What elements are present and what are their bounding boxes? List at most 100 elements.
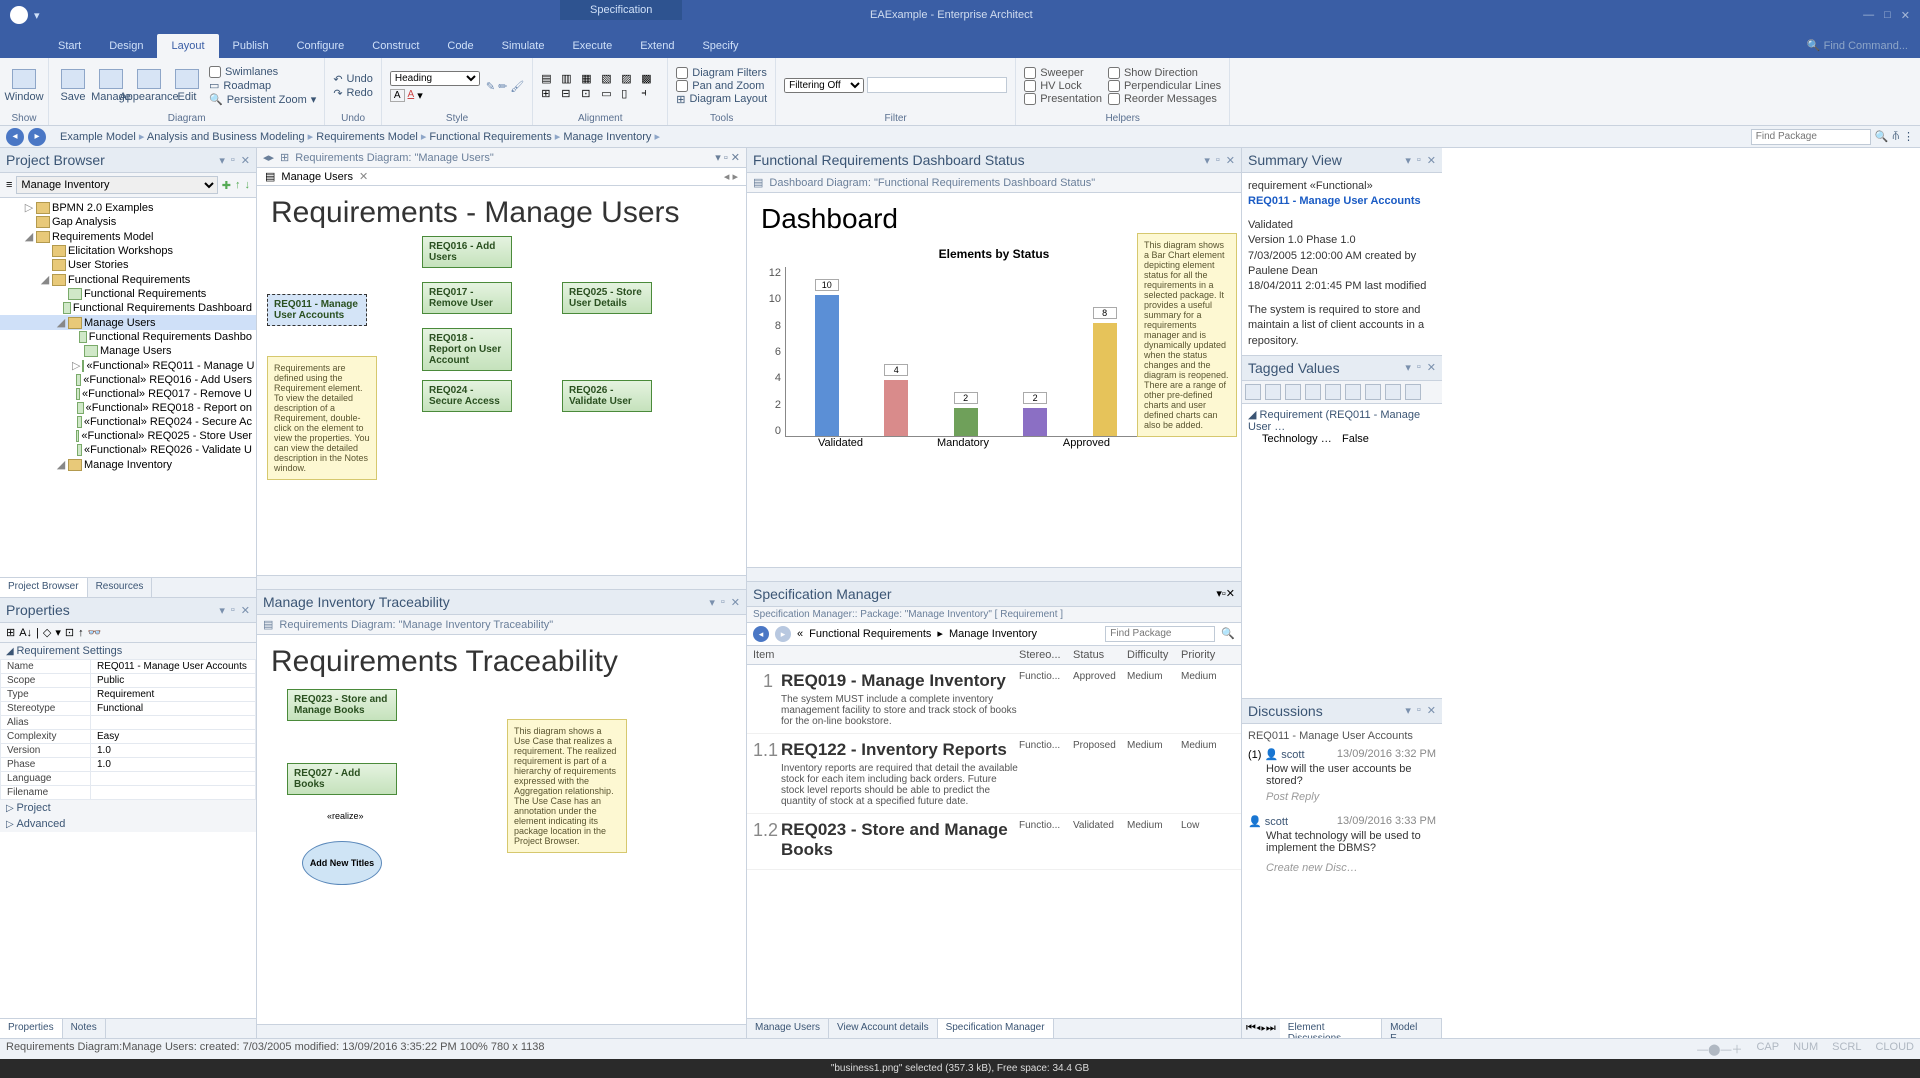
tree-node[interactable]: ◢Manage Inventory — [0, 457, 256, 472]
req016-element[interactable]: REQ016 - Add Users — [422, 236, 512, 268]
project-tree[interactable]: ▷BPMN 2.0 ExamplesGap Analysis◢Requireme… — [0, 198, 256, 577]
diagram-layout-button[interactable]: ⊞ Diagram Layout — [676, 93, 767, 106]
req018-element[interactable]: REQ018 - Report on User Account — [422, 328, 512, 371]
usecase-element[interactable]: Add New Titles — [302, 841, 382, 885]
close-icon[interactable]: ✕ — [241, 154, 250, 167]
appearance-button[interactable]: Appearance — [133, 65, 165, 107]
zoom-button[interactable]: 🔍 Persistent Zoom ▾ — [209, 93, 316, 106]
reorder-check[interactable]: Reorder Messages — [1108, 93, 1221, 105]
tree-node[interactable]: User Stories — [0, 258, 256, 272]
menu-tab-specify[interactable]: Specify — [688, 34, 752, 58]
req027-element[interactable]: REQ027 - Add Books — [287, 763, 397, 795]
spec-row[interactable]: 1.1REQ122 - Inventory ReportsInventory r… — [747, 734, 1241, 814]
req025-element[interactable]: REQ025 - Store User Details — [562, 282, 652, 314]
tree-node[interactable]: «Functional» REQ018 - Report on — [0, 401, 256, 415]
window-button[interactable]: Window — [8, 65, 40, 107]
tab[interactable]: Notes — [63, 1019, 106, 1038]
nav-back-icon[interactable]: ◂ — [6, 128, 24, 146]
find-command[interactable]: 🔍 Find Command... — [1795, 33, 1920, 58]
tree-node[interactable]: ◢Manage Users — [0, 315, 256, 330]
props-project[interactable]: ▷ Project — [0, 800, 256, 816]
edit-button[interactable]: Edit — [171, 65, 203, 107]
menu-tab-construct[interactable]: Construct — [358, 34, 433, 58]
undo-button[interactable]: ↶ Undo — [333, 73, 373, 86]
req011-element[interactable]: REQ011 - Manage User Accounts — [267, 294, 367, 326]
req026-element[interactable]: REQ026 - Validate User — [562, 380, 652, 412]
tree-node[interactable]: ▷BPMN 2.0 Examples — [0, 200, 256, 215]
breadcrumb-item[interactable]: Manage Inventory — [563, 131, 651, 143]
props-section[interactable]: ◢ Requirement Settings — [0, 643, 256, 659]
presentation-check[interactable]: Presentation — [1024, 93, 1102, 105]
req017-element[interactable]: REQ017 - Remove User — [422, 282, 512, 314]
menu-tab-code[interactable]: Code — [433, 34, 487, 58]
browser-combo[interactable]: Manage Inventory — [16, 176, 217, 194]
contextual-tab[interactable]: Specification — [560, 0, 682, 20]
req024-element[interactable]: REQ024 - Secure Access — [422, 380, 512, 412]
menu-tab-layout[interactable]: Layout — [157, 34, 218, 58]
tagged-toolbar[interactable] — [1242, 381, 1442, 404]
menu-tab-design[interactable]: Design — [95, 34, 157, 58]
tree-node[interactable]: Functional Requirements Dashbo — [0, 330, 256, 344]
menu-tab-start[interactable]: Start — [44, 34, 95, 58]
create-discussion[interactable]: Create new Disc… — [1266, 858, 1436, 878]
props-advanced[interactable]: ▷ Advanced — [0, 816, 256, 832]
tree-node[interactable]: «Functional» REQ026 - Validate U — [0, 443, 256, 457]
tree-node[interactable]: Functional Requirements Dashboard — [0, 301, 256, 315]
hvlock-check[interactable]: HV Lock — [1024, 80, 1102, 92]
tab[interactable]: Project Browser — [0, 578, 88, 597]
breadcrumb-item[interactable]: Analysis and Business Modeling — [147, 131, 305, 143]
tab[interactable]: View Account details — [829, 1019, 938, 1038]
spec-crumb[interactable]: Manage Inventory — [949, 628, 1037, 640]
roadmap-button[interactable]: ▭ Roadmap — [209, 79, 316, 92]
summary-link[interactable]: REQ011 - Manage User Accounts — [1248, 194, 1436, 209]
tree-node[interactable]: Functional Requirements — [0, 287, 256, 301]
tree-node[interactable]: «Functional» REQ025 - Store User — [0, 429, 256, 443]
breadcrumb-item[interactable]: Requirements Model — [316, 131, 418, 143]
tree-node[interactable]: «Functional» REQ016 - Add Users — [0, 373, 256, 387]
spec-search-input[interactable] — [1105, 626, 1215, 642]
diagram-tab[interactable]: Manage Users — [281, 171, 353, 183]
menu-tab-configure[interactable]: Configure — [283, 34, 359, 58]
tree-node[interactable]: Manage Users — [0, 344, 256, 358]
menu-tab-execute[interactable]: Execute — [558, 34, 626, 58]
showdir-check[interactable]: Show Direction — [1108, 67, 1221, 79]
menu-tab-publish[interactable]: Publish — [219, 34, 283, 58]
menu-tab-simulate[interactable]: Simulate — [488, 34, 559, 58]
spec-back-icon[interactable]: ◂ — [753, 626, 769, 642]
req023-element[interactable]: REQ023 - Store and Manage Books — [287, 689, 397, 721]
tab[interactable]: Manage Users — [747, 1019, 829, 1038]
filter-icon[interactable]: ⫚ — [1892, 130, 1899, 143]
tree-node[interactable]: «Functional» REQ024 - Secure Ac — [0, 415, 256, 429]
diagram-filters-button[interactable]: Diagram Filters — [676, 67, 767, 79]
search-icon[interactable]: 🔍 — [1875, 130, 1889, 143]
find-package-input[interactable] — [1751, 129, 1871, 145]
tree-node[interactable]: ▷«Functional» REQ011 - Manage U — [0, 358, 256, 373]
filter-input[interactable] — [867, 77, 1007, 93]
sweeper-check[interactable]: Sweeper — [1024, 67, 1102, 79]
save-button[interactable]: Save — [57, 65, 89, 107]
swimlanes-button[interactable]: Swimlanes — [209, 66, 316, 78]
pan-zoom-button[interactable]: Pan and Zoom — [676, 80, 767, 92]
tagged-section[interactable]: ◢ Requirement (REQ011 - Manage User … — [1248, 408, 1436, 433]
breadcrumb-item[interactable]: Example Model — [60, 131, 136, 143]
spec-row[interactable]: 1REQ019 - Manage InventoryThe system MUS… — [747, 665, 1241, 734]
filter-select[interactable]: Filtering Off — [784, 78, 864, 93]
tree-node[interactable]: «Functional» REQ017 - Remove U — [0, 387, 256, 401]
perp-check[interactable]: Perpendicular Lines — [1108, 80, 1221, 92]
menu-tab-extend[interactable]: Extend — [626, 34, 688, 58]
spec-crumb[interactable]: Functional Requirements — [809, 628, 931, 640]
tab-close-icon[interactable]: ✕ — [359, 170, 368, 183]
tree-node[interactable]: ◢Functional Requirements — [0, 272, 256, 287]
spec-row[interactable]: 1.2REQ023 - Store and Manage BooksFuncti… — [747, 814, 1241, 870]
window-controls[interactable]: ―□✕ — [1863, 9, 1910, 22]
tree-node[interactable]: Elicitation Workshops — [0, 244, 256, 258]
nav-fwd-icon[interactable]: ▸ — [28, 128, 46, 146]
tree-node[interactable]: ◢Requirements Model — [0, 229, 256, 244]
tree-node[interactable]: Gap Analysis — [0, 215, 256, 229]
redo-button[interactable]: ↷ Redo — [333, 87, 373, 100]
spec-fwd-icon[interactable]: ▸ — [775, 626, 791, 642]
breadcrumb-item[interactable]: Functional Requirements — [429, 131, 551, 143]
tab[interactable]: Properties — [0, 1019, 63, 1038]
style-select[interactable]: Heading — [390, 71, 480, 86]
tab[interactable]: Resources — [88, 578, 153, 597]
